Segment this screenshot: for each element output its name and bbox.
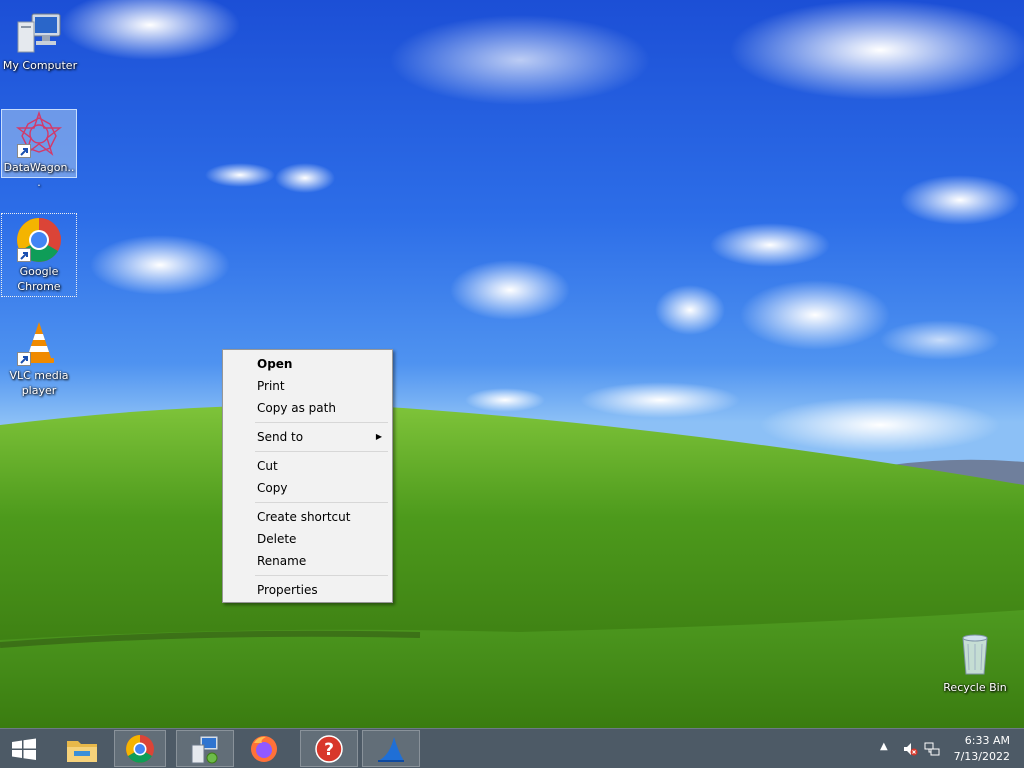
chrome-icon [15,214,63,262]
volume-muted-icon[interactable] [902,741,918,757]
chrome-desktop-icon[interactable]: Google Chrome [1,213,77,297]
menu-separator [255,575,388,576]
taskbar-network-tool[interactable] [176,730,234,767]
menu-separator [255,422,388,423]
taskbar-wireshark[interactable] [362,730,420,767]
show-hidden-icons-icon[interactable]: ▲ [880,741,896,757]
menu-item-copy-as-path[interactable]: Copy as path [225,397,390,419]
help-icon: ? [315,734,343,763]
shortcut-arrow-icon [17,144,31,158]
desktop-icon-label: Google Chrome [17,265,61,293]
firefox-icon [251,735,277,762]
monitor-icon [16,8,64,56]
wallpaper [0,0,1024,728]
menu-item-rename[interactable]: Rename [225,550,390,572]
taskbar: ? ▲ 6:33 AM 7/13/2022 [0,728,1024,768]
taskbar-chrome[interactable] [114,730,166,767]
context-menu: Open Print Copy as path Send to ▶ Cut Co… [222,349,393,603]
menu-item-copy[interactable]: Copy [225,477,390,499]
recycle-bin-desktop-icon[interactable]: Recycle Bin [937,630,1013,695]
start-button[interactable] [6,735,42,763]
clock-date: 7/13/2022 [953,750,1010,763]
file-explorer-icon [67,740,97,762]
datawagon-star-icon [15,110,63,158]
menu-item-delete[interactable]: Delete [225,528,390,550]
my-computer-desktop-icon[interactable]: My Computer [2,8,78,73]
network-icon[interactable] [924,741,940,757]
recycle-bin-icon [951,630,999,678]
network-computer-icon [191,735,219,763]
taskbar-help[interactable]: ? [300,730,358,767]
menu-item-cut[interactable]: Cut [225,455,390,477]
menu-item-open[interactable]: Open [225,353,390,375]
desktop-icon-label: Recycle Bin [943,681,1007,694]
wireshark-icon [378,736,404,762]
system-tray: ▲ 6:33 AM 7/13/2022 [864,729,1024,768]
chrome-icon [126,734,154,763]
menu-item-create-shortcut[interactable]: Create shortcut [225,506,390,528]
desktop-icon-label: My Computer [2,59,78,72]
datawagon-desktop-icon[interactable]: DataWagon... [1,109,77,189]
menu-separator [255,502,388,503]
vlc-desktop-icon[interactable]: VLC media player [1,318,77,398]
windows-logo-icon [12,738,36,760]
menu-item-properties[interactable]: Properties [225,579,390,601]
taskbar-firefox[interactable] [238,730,290,767]
menu-separator [255,451,388,452]
clock-time: 6:33 AM [964,734,1010,747]
shortcut-arrow-icon [17,248,31,262]
menu-item-send-to[interactable]: Send to ▶ [225,426,390,448]
taskbar-file-explorer[interactable] [56,730,108,767]
submenu-arrow-icon: ▶ [375,432,382,441]
menu-item-label: Send to [257,430,304,444]
svg-text:?: ? [324,740,334,760]
desktop[interactable]: My Computer DataWagon... Google Chrome V… [0,0,1024,728]
menu-item-print[interactable]: Print [225,375,390,397]
shortcut-arrow-icon [17,352,31,366]
vlc-cone-icon [15,318,63,366]
desktop-icon-label: DataWagon... [3,161,75,189]
desktop-icon-label: VLC media player [9,369,69,397]
clock[interactable]: 6:33 AM 7/13/2022 [940,733,1010,765]
